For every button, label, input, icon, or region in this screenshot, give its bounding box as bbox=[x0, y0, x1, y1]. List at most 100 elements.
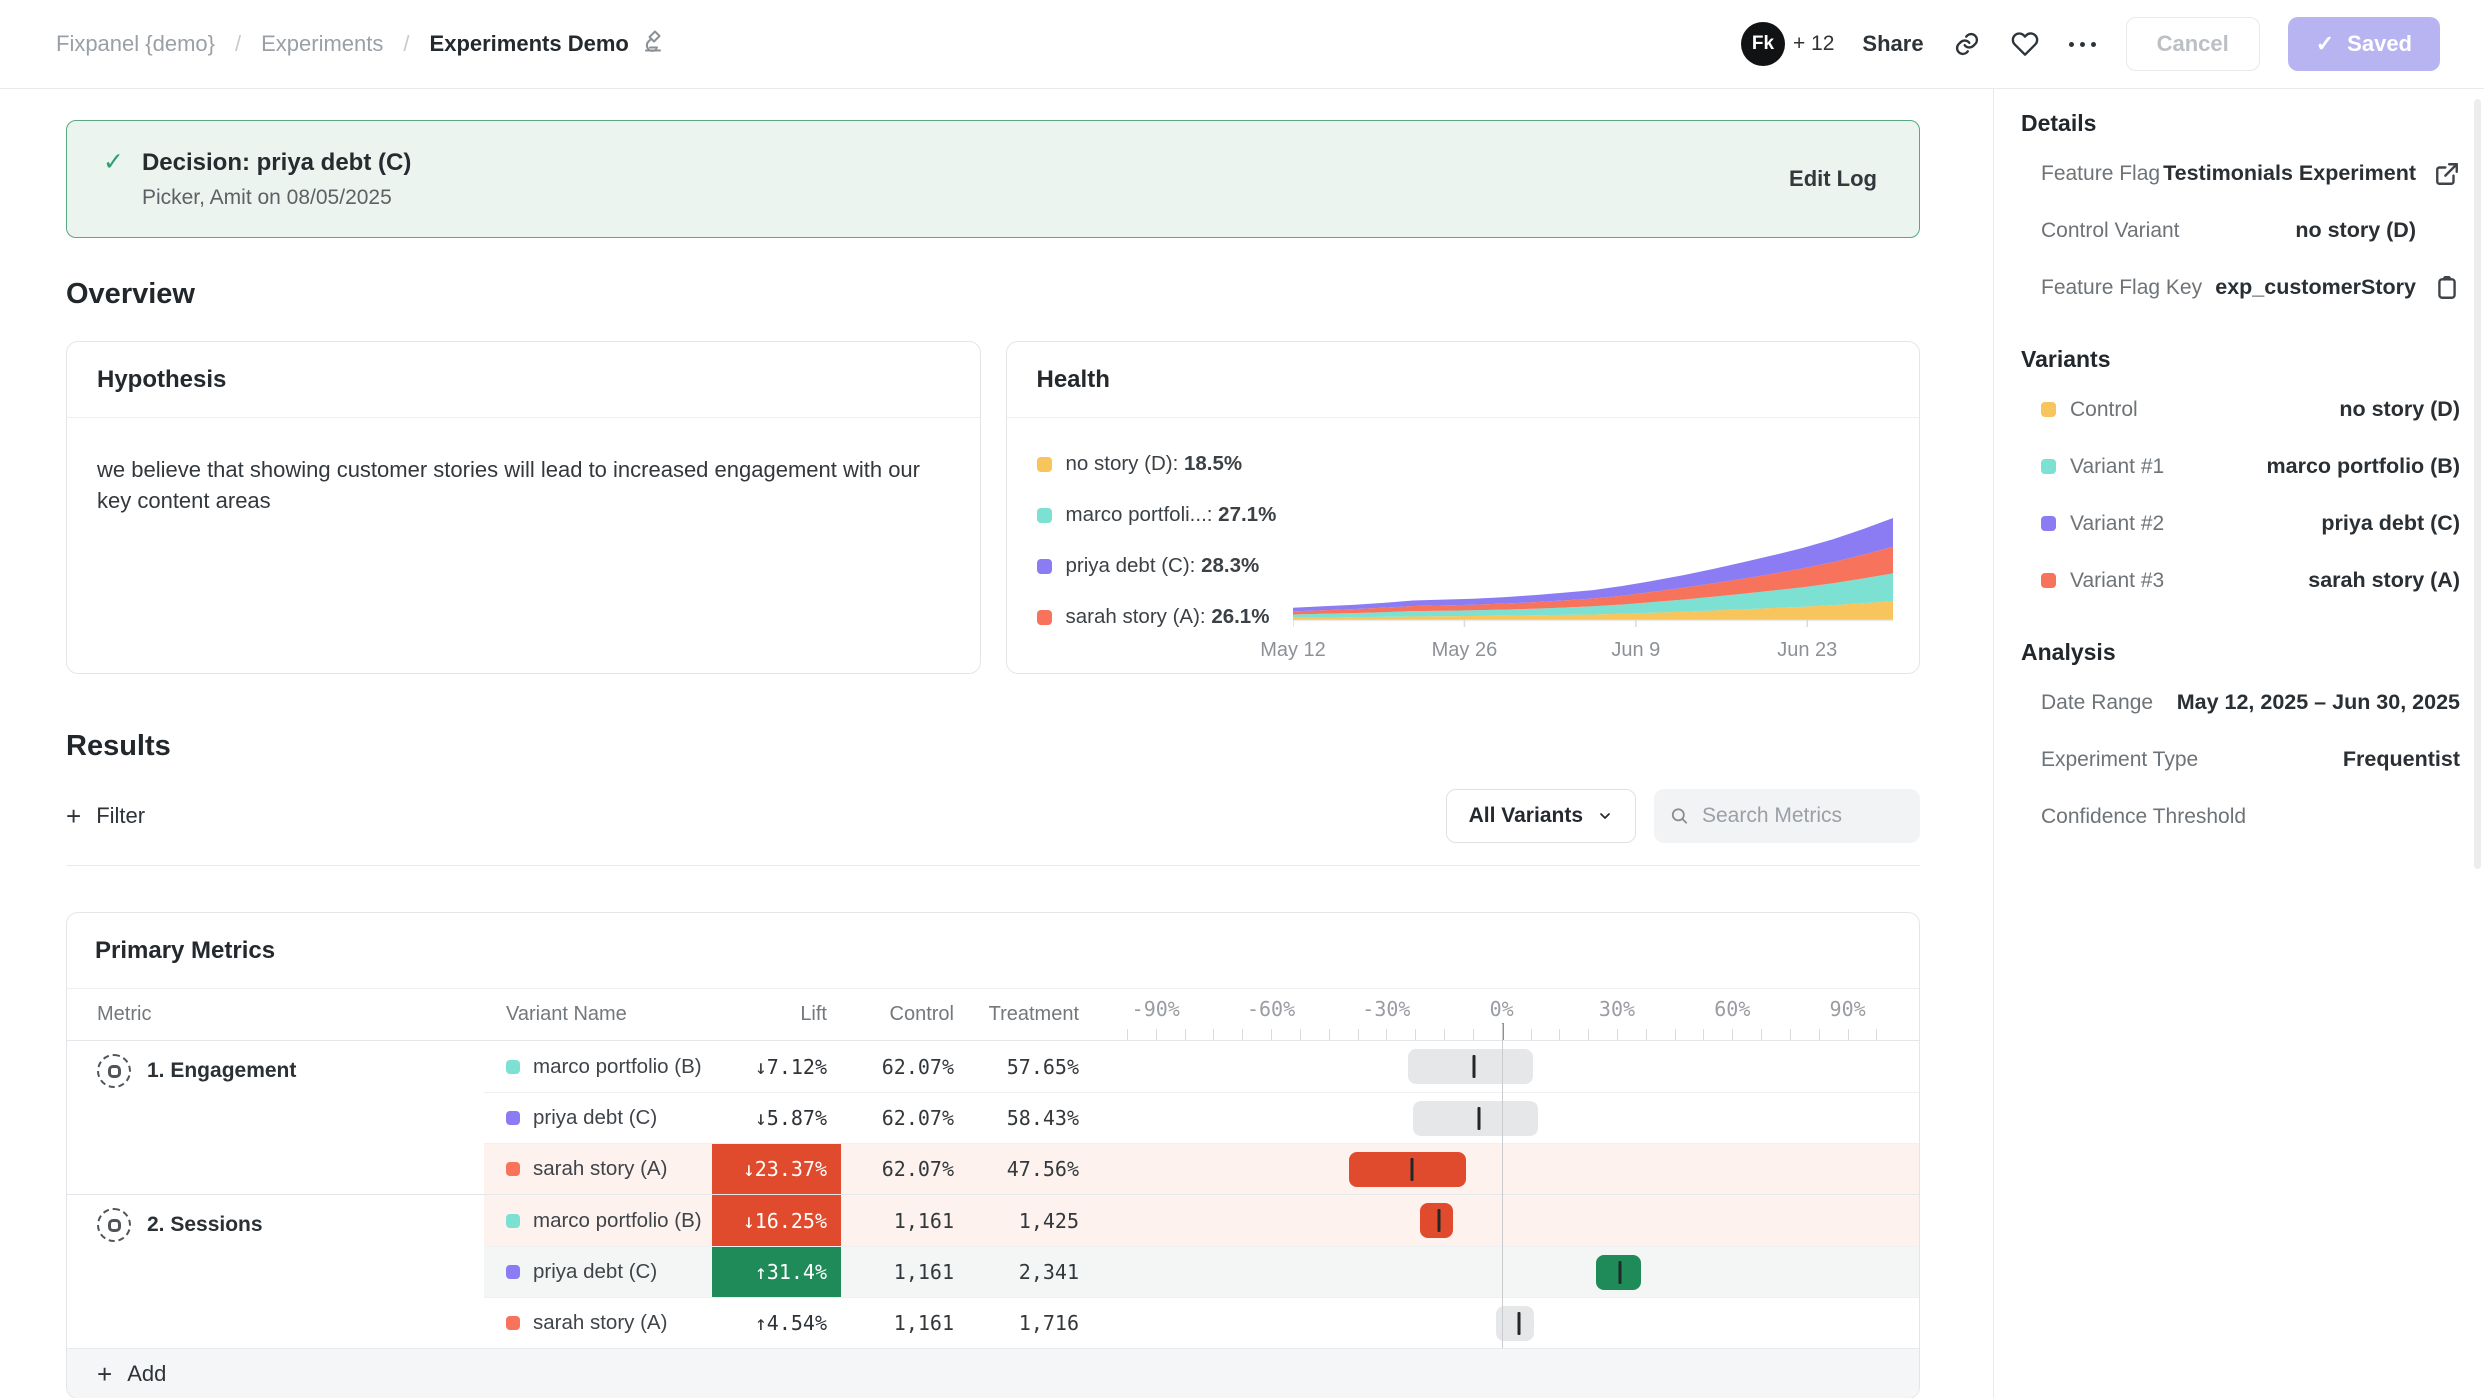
detail-label: Feature Flag Key bbox=[2041, 276, 2202, 300]
saved-button[interactable]: ✓ Saved bbox=[2288, 17, 2440, 71]
minor-tick bbox=[1675, 1029, 1676, 1040]
minor-tick bbox=[1329, 1029, 1330, 1040]
variant-swatch bbox=[506, 1265, 520, 1279]
collaborators-overflow-count[interactable]: + 12 bbox=[1793, 32, 1834, 56]
treatment-value-cell: 2,341 bbox=[964, 1247, 1091, 1297]
confidence-interval-cell bbox=[1091, 1041, 1919, 1092]
minor-tick bbox=[1848, 1029, 1849, 1040]
variant-value: sarah story (A) bbox=[2308, 568, 2460, 593]
legend-item: sarah story (A): 26.1% bbox=[1037, 605, 1277, 629]
table-row[interactable]: marco portfolio (B)↓16.25%1,1611,425 bbox=[484, 1195, 1919, 1246]
variants-dropdown[interactable]: All Variants bbox=[1446, 789, 1636, 843]
detail-value[interactable]: Testimonials Experiment bbox=[2163, 161, 2416, 186]
treatment-value-cell: 57.65% bbox=[964, 1041, 1091, 1092]
variant-name: priya debt (C) bbox=[533, 1260, 657, 1284]
variant-name-cell: sarah story (A) bbox=[484, 1144, 712, 1194]
metric-group: 2. Sessions marco portfolio (B)↓16.25%1,1… bbox=[67, 1194, 1919, 1348]
confidence-interval-cell bbox=[1091, 1195, 1919, 1246]
add-filter-button[interactable]: + Filter bbox=[66, 803, 145, 829]
copy-link-icon[interactable] bbox=[1952, 29, 1982, 59]
variant-swatch bbox=[506, 1060, 520, 1074]
variant-swatch bbox=[2041, 459, 2056, 474]
breadcrumb-item-2[interactable]: Experiments bbox=[261, 31, 383, 57]
external-link-icon[interactable] bbox=[2416, 161, 2460, 187]
check-icon: ✓ bbox=[2316, 31, 2334, 57]
detail-value: exp_customerStory bbox=[2215, 275, 2416, 300]
minor-tick bbox=[1732, 1029, 1733, 1040]
lift-value-cell: ↓16.25% bbox=[712, 1195, 841, 1246]
table-row[interactable]: sarah story (A)↑4.54%1,1611,716 bbox=[484, 1297, 1919, 1348]
lift-point-marker bbox=[1410, 1158, 1413, 1181]
variant-swatch bbox=[506, 1316, 520, 1330]
top-bar: Fixpanel {demo}/Experiments/Experiments … bbox=[0, 0, 2484, 89]
legend-label: no story (D): 18.5% bbox=[1066, 452, 1243, 476]
x-tick-label: Jun 23 bbox=[1777, 639, 1837, 662]
minor-tick bbox=[1646, 1029, 1647, 1040]
primary-metrics-title: Primary Metrics bbox=[67, 913, 1919, 989]
favorite-heart-icon[interactable] bbox=[2010, 29, 2040, 59]
confidence-interval-bar bbox=[1349, 1152, 1466, 1187]
table-row[interactable]: marco portfolio (B)↓7.12%62.07%57.65% bbox=[484, 1041, 1919, 1092]
detail-label: Control Variant bbox=[2041, 219, 2180, 243]
table-row[interactable]: priya debt (C)↑31.4%1,1612,341 bbox=[484, 1246, 1919, 1297]
analysis-label: Date Range bbox=[2041, 691, 2153, 715]
cancel-button[interactable]: Cancel bbox=[2126, 17, 2260, 71]
analysis-row: Experiment TypeFrequentist bbox=[2021, 731, 2460, 788]
add-metric-button[interactable]: + Add bbox=[67, 1348, 1919, 1398]
legend-item: priya debt (C): 28.3% bbox=[1037, 554, 1277, 578]
control-value-cell: 1,161 bbox=[841, 1298, 964, 1348]
minor-tick bbox=[1444, 1029, 1445, 1040]
variant-row: Variant #2priya debt (C) bbox=[2021, 495, 2460, 552]
table-row[interactable]: sarah story (A)↓23.37%62.07%47.56% bbox=[484, 1143, 1919, 1194]
breadcrumb-separator: / bbox=[403, 31, 409, 57]
search-icon bbox=[1670, 805, 1689, 827]
more-options-button[interactable] bbox=[2068, 29, 2098, 59]
confidence-interval-bar bbox=[1420, 1203, 1453, 1238]
plus-icon: + bbox=[97, 1361, 112, 1387]
collaborators[interactable]: Fk + 12 bbox=[1741, 22, 1834, 66]
column-header-treatment: Treatment bbox=[964, 989, 1091, 1040]
legend-swatch bbox=[1037, 457, 1052, 472]
metric-icon-inner bbox=[108, 1219, 121, 1232]
control-value-cell: 62.07% bbox=[841, 1041, 964, 1092]
health-title: Health bbox=[1007, 342, 1920, 418]
analysis-row: Confidence Threshold bbox=[2021, 788, 2460, 845]
minor-tick bbox=[1473, 1029, 1474, 1040]
treatment-value-cell: 1,716 bbox=[964, 1298, 1091, 1348]
metric-cell[interactable]: 2. Sessions bbox=[67, 1195, 484, 1348]
decision-title: Decision: priya debt (C) bbox=[142, 149, 411, 177]
metric-name: 2. Sessions bbox=[147, 1213, 263, 1237]
minor-tick bbox=[1617, 1029, 1618, 1040]
lift-value-cell: ↓7.12% bbox=[712, 1041, 841, 1092]
metric-cell[interactable]: 1. Engagement bbox=[67, 1041, 484, 1194]
treatment-value-cell: 1,425 bbox=[964, 1195, 1091, 1246]
variant-value: marco portfolio (B) bbox=[2267, 454, 2461, 479]
column-header-variant: Variant Name bbox=[484, 989, 712, 1040]
table-row[interactable]: priya debt (C)↓5.87%62.07%58.43% bbox=[484, 1092, 1919, 1143]
minor-tick bbox=[1386, 1029, 1387, 1040]
detail-label: Feature Flag bbox=[2041, 162, 2160, 186]
axis-tick-label: -60% bbox=[1247, 997, 1295, 1021]
breadcrumb: Fixpanel {demo}/Experiments/Experiments … bbox=[56, 29, 665, 59]
lift-value-cell: ↑31.4% bbox=[712, 1247, 841, 1297]
minor-tick bbox=[1415, 1029, 1416, 1040]
search-metrics-box[interactable] bbox=[1654, 789, 1920, 843]
confidence-interval-bar bbox=[1408, 1049, 1533, 1084]
copy-icon[interactable] bbox=[2416, 275, 2460, 301]
control-value-cell: 62.07% bbox=[841, 1144, 964, 1194]
treatment-value-cell: 58.43% bbox=[964, 1093, 1091, 1143]
share-button[interactable]: Share bbox=[1862, 31, 1923, 57]
axis-tick-label: 90% bbox=[1830, 997, 1866, 1021]
search-metrics-input[interactable] bbox=[1702, 804, 1904, 828]
sidebar-scrollbar[interactable] bbox=[2474, 99, 2481, 869]
lift-value-cell: ↓23.37% bbox=[712, 1144, 841, 1194]
lift-point-marker bbox=[1473, 1055, 1476, 1078]
minor-tick bbox=[1300, 1029, 1301, 1040]
avatar[interactable]: Fk bbox=[1741, 22, 1785, 66]
page-title: Experiments Demo bbox=[430, 31, 629, 57]
variant-label: Variant #2 bbox=[2041, 512, 2164, 536]
breadcrumb-item-1[interactable]: Fixpanel {demo} bbox=[56, 31, 215, 57]
x-tick-label: Jun 9 bbox=[1611, 639, 1660, 662]
edit-log-button[interactable]: Edit Log bbox=[1789, 166, 1877, 192]
metric-icon-inner bbox=[108, 1065, 121, 1078]
